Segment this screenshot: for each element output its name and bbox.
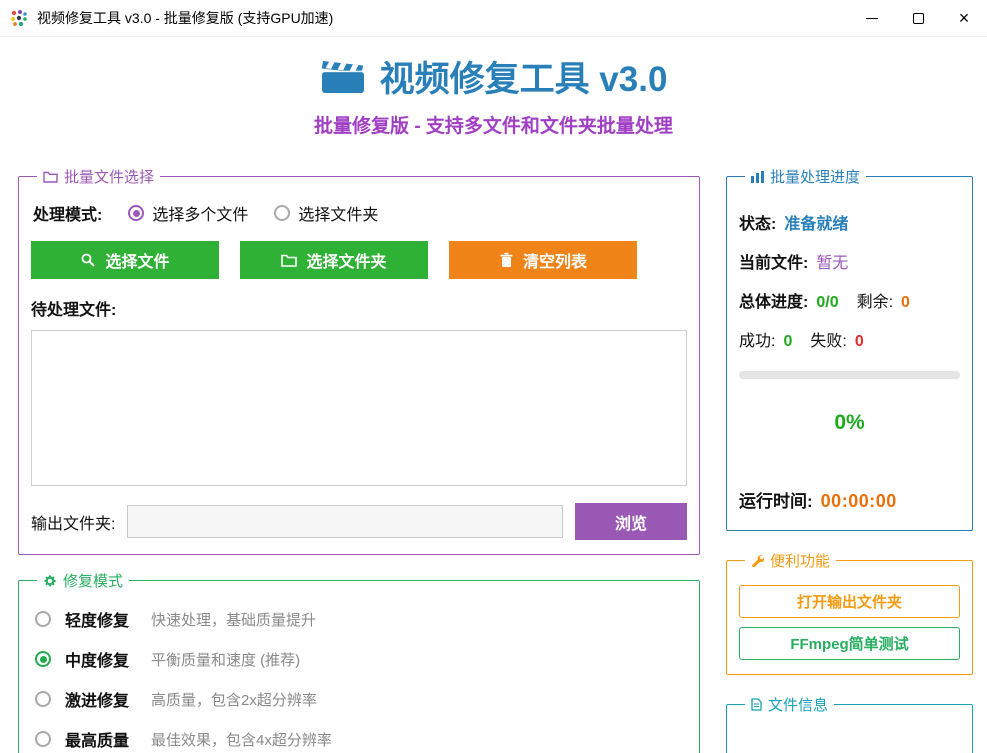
pending-files-label: 待处理文件: <box>31 296 687 320</box>
gear-icon <box>43 574 57 588</box>
trash-icon <box>499 252 514 268</box>
folder-open-icon <box>281 253 297 267</box>
convenience-group-title: 便利功能 <box>770 550 830 571</box>
remaining-label: 剩余: <box>857 288 893 312</box>
fail-label: 失败: <box>810 327 846 351</box>
radio-dot-medium-repair <box>35 651 51 667</box>
magnifier-icon <box>80 252 96 268</box>
batch-progress-group-title: 批量处理进度 <box>770 166 860 187</box>
current-file-label: 当前文件: <box>739 249 808 273</box>
progress-bar <box>739 371 960 379</box>
radio-dot-light-repair <box>35 611 51 627</box>
titlebar: 视频修复工具 v3.0 - 批量修复版 (支持GPU加速) × <box>0 0 987 37</box>
output-folder-row: 输出文件夹: 浏览 <box>31 503 687 540</box>
convenience-group: 便利功能 打开输出文件夹 FFmpeg简单测试 <box>726 550 973 675</box>
minimize-icon <box>866 18 878 19</box>
app-icon <box>10 9 28 27</box>
runtime-row: 运行时间: 00:00:00 <box>739 487 960 512</box>
wrench-icon <box>751 554 764 567</box>
clear-list-button[interactable]: 清空列表 <box>449 241 637 279</box>
window-controls: × <box>849 0 987 36</box>
app-title: 视频修复工具 v3.0 <box>380 51 668 102</box>
fail-value: 0 <box>855 333 864 351</box>
radio-dot-multiple-files <box>128 205 144 221</box>
output-folder-label: 输出文件夹: <box>31 510 115 534</box>
browse-button[interactable]: 浏览 <box>575 503 687 540</box>
folder-icon <box>43 170 58 183</box>
file-action-buttons: 选择文件 选择文件夹 <box>31 241 687 279</box>
file-selection-group-title: 批量文件选择 <box>64 166 154 187</box>
file-info-group: 文件信息 <box>726 694 973 753</box>
runtime-value: 00:00:00 <box>821 491 897 512</box>
success-value: 0 <box>783 333 792 351</box>
app-header: 视频修复工具 v3.0 批量修复版 - 支持多文件和文件夹批量处理 <box>0 37 987 138</box>
processing-mode-label: 处理模式: <box>33 201 102 225</box>
radio-aggressive-repair[interactable]: 激进修复 高质量，包含2x超分辨率 <box>31 679 687 719</box>
maximize-icon <box>913 13 924 24</box>
clapperboard-icon <box>320 58 366 96</box>
overall-progress-row: 总体进度: 0/0 剩余: 0 <box>739 288 960 312</box>
open-output-folder-button[interactable]: 打开输出文件夹 <box>739 585 960 618</box>
processing-mode-row: 处理模式: 选择多个文件 选择文件夹 <box>31 195 687 225</box>
radio-dot-max-quality <box>35 731 51 747</box>
radio-multiple-files-label: 选择多个文件 <box>152 201 248 225</box>
radio-select-multiple-files[interactable]: 选择多个文件 <box>128 201 248 225</box>
radio-medium-repair[interactable]: 中度修复 平衡质量和速度 (推荐) <box>31 639 687 679</box>
output-folder-input[interactable] <box>127 505 563 538</box>
radio-folder-mode-label: 选择文件夹 <box>298 201 378 225</box>
main-content: 批量文件选择 处理模式: 选择多个文件 选择文件夹 <box>0 166 987 753</box>
radio-dot-folder-mode <box>274 205 290 221</box>
status-value: 准备就绪 <box>784 210 848 234</box>
minimize-button[interactable] <box>849 0 895 36</box>
ffmpeg-test-button[interactable]: FFmpeg简单测试 <box>739 627 960 660</box>
overall-progress-label: 总体进度: <box>739 288 808 312</box>
app-subtitle: 批量修复版 - 支持多文件和文件夹批量处理 <box>0 111 987 138</box>
pending-files-list[interactable] <box>31 330 687 486</box>
repair-mode-group: 修复模式 轻度修复 快速处理，基础质量提升 中度修复 平衡质量和速度 (推荐) … <box>18 570 700 753</box>
radio-light-repair[interactable]: 轻度修复 快速处理，基础质量提升 <box>31 599 687 639</box>
status-row: 状态: 准备就绪 <box>739 210 960 234</box>
progress-percent: 0% <box>739 411 960 435</box>
overall-progress-value: 0/0 <box>816 294 838 312</box>
radio-select-folder-mode[interactable]: 选择文件夹 <box>274 201 378 225</box>
window-title: 视频修复工具 v3.0 - 批量修复版 (支持GPU加速) <box>37 8 333 28</box>
document-icon <box>751 698 762 711</box>
maximize-button[interactable] <box>895 0 941 36</box>
current-file-row: 当前文件: 暂无 <box>739 249 960 273</box>
success-label: 成功: <box>739 327 775 351</box>
close-button[interactable]: × <box>941 0 987 36</box>
radio-max-quality[interactable]: 最高质量 最佳效果，包含4x超分辨率 <box>31 719 687 753</box>
select-files-button[interactable]: 选择文件 <box>31 241 219 279</box>
close-icon: × <box>959 9 970 27</box>
runtime-label: 运行时间: <box>739 487 813 512</box>
file-selection-group: 批量文件选择 处理模式: 选择多个文件 选择文件夹 <box>18 166 700 555</box>
batch-progress-group: 批量处理进度 状态: 准备就绪 当前文件: 暂无 总体进度: 0/0 剩余: 0… <box>726 166 973 531</box>
remaining-value: 0 <box>901 294 910 312</box>
status-label: 状态: <box>739 210 776 234</box>
file-info-group-title: 文件信息 <box>768 694 828 715</box>
bar-chart-icon <box>751 171 764 183</box>
select-folder-button[interactable]: 选择文件夹 <box>240 241 428 279</box>
current-file-value: 暂无 <box>816 249 848 273</box>
radio-dot-aggressive-repair <box>35 691 51 707</box>
repair-mode-group-title: 修复模式 <box>63 570 123 591</box>
success-fail-row: 成功: 0 失败: 0 <box>739 327 960 351</box>
